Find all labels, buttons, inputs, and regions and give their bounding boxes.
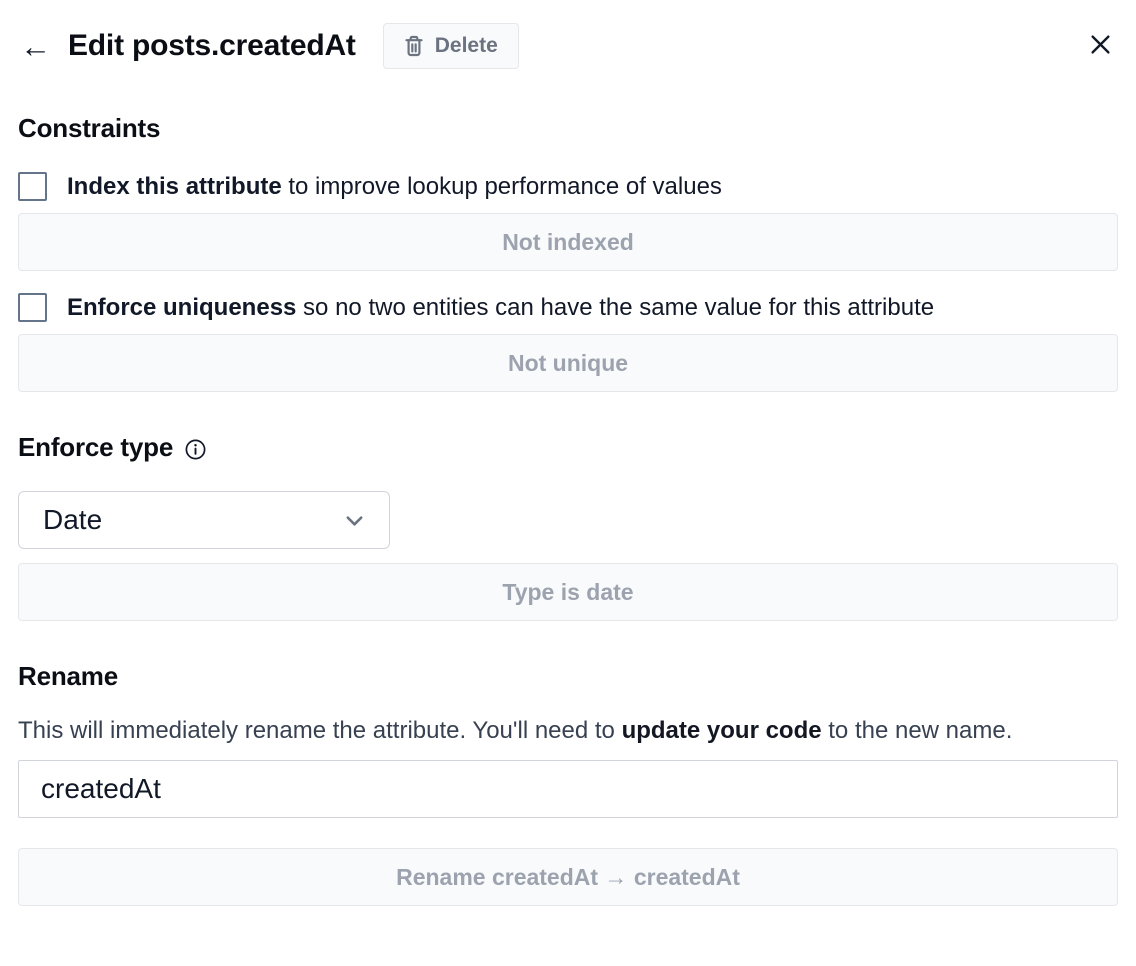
rename-desc-bold: update your code bbox=[622, 717, 822, 744]
close-icon bbox=[1087, 31, 1114, 61]
close-button[interactable] bbox=[1083, 27, 1118, 65]
type-select[interactable]: Date bbox=[18, 491, 390, 549]
info-icon[interactable] bbox=[184, 438, 207, 461]
enforce-type-heading-row: Enforce type bbox=[18, 432, 1118, 463]
enforce-uniqueness-row: Enforce uniqueness so no two entities ca… bbox=[18, 293, 1118, 322]
enforce-type-heading: Enforce type bbox=[18, 432, 173, 463]
rename-heading: Rename bbox=[18, 661, 1118, 692]
uniqueness-checkbox[interactable] bbox=[18, 293, 47, 322]
index-label-bold: Index this attribute bbox=[67, 173, 282, 200]
edit-attribute-panel: ← Edit posts.createdAt Delete bbox=[0, 0, 1136, 966]
type-status-button: Type is date bbox=[18, 563, 1118, 621]
not-indexed-status-button: Not indexed bbox=[18, 213, 1118, 271]
index-checkbox-label[interactable]: Index this attribute to improve lookup p… bbox=[67, 173, 722, 201]
back-arrow-icon: ← bbox=[20, 29, 51, 64]
rename-desc-after: to the new name. bbox=[822, 717, 1013, 744]
not-unique-status-button: Not unique bbox=[18, 334, 1118, 392]
chevron-down-icon bbox=[343, 509, 366, 532]
trash-icon bbox=[404, 35, 424, 57]
panel-header: ← Edit posts.createdAt Delete bbox=[18, 20, 1118, 72]
index-attribute-row: Index this attribute to improve lookup p… bbox=[18, 172, 1118, 201]
delete-button-label: Delete bbox=[435, 34, 498, 58]
rename-description: This will immediately rename the attribu… bbox=[18, 711, 1118, 751]
constraints-heading: Constraints bbox=[18, 113, 1118, 144]
type-select-value: Date bbox=[43, 504, 102, 536]
uniqueness-label-rest: so no two entities can have the same val… bbox=[296, 294, 934, 321]
rename-desc-before: This will immediately rename the attribu… bbox=[18, 717, 622, 744]
uniqueness-label-bold: Enforce uniqueness bbox=[67, 294, 296, 321]
rename-input[interactable] bbox=[18, 760, 1118, 818]
delete-button[interactable]: Delete bbox=[383, 23, 519, 69]
rename-action-button: Rename createdAt → createdAt bbox=[18, 848, 1118, 906]
back-button[interactable]: ← bbox=[18, 31, 53, 62]
index-label-rest: to improve lookup performance of values bbox=[282, 173, 722, 200]
page-title: Edit posts.createdAt bbox=[68, 29, 356, 63]
index-checkbox[interactable] bbox=[18, 172, 47, 201]
uniqueness-checkbox-label[interactable]: Enforce uniqueness so no two entities ca… bbox=[67, 294, 934, 322]
